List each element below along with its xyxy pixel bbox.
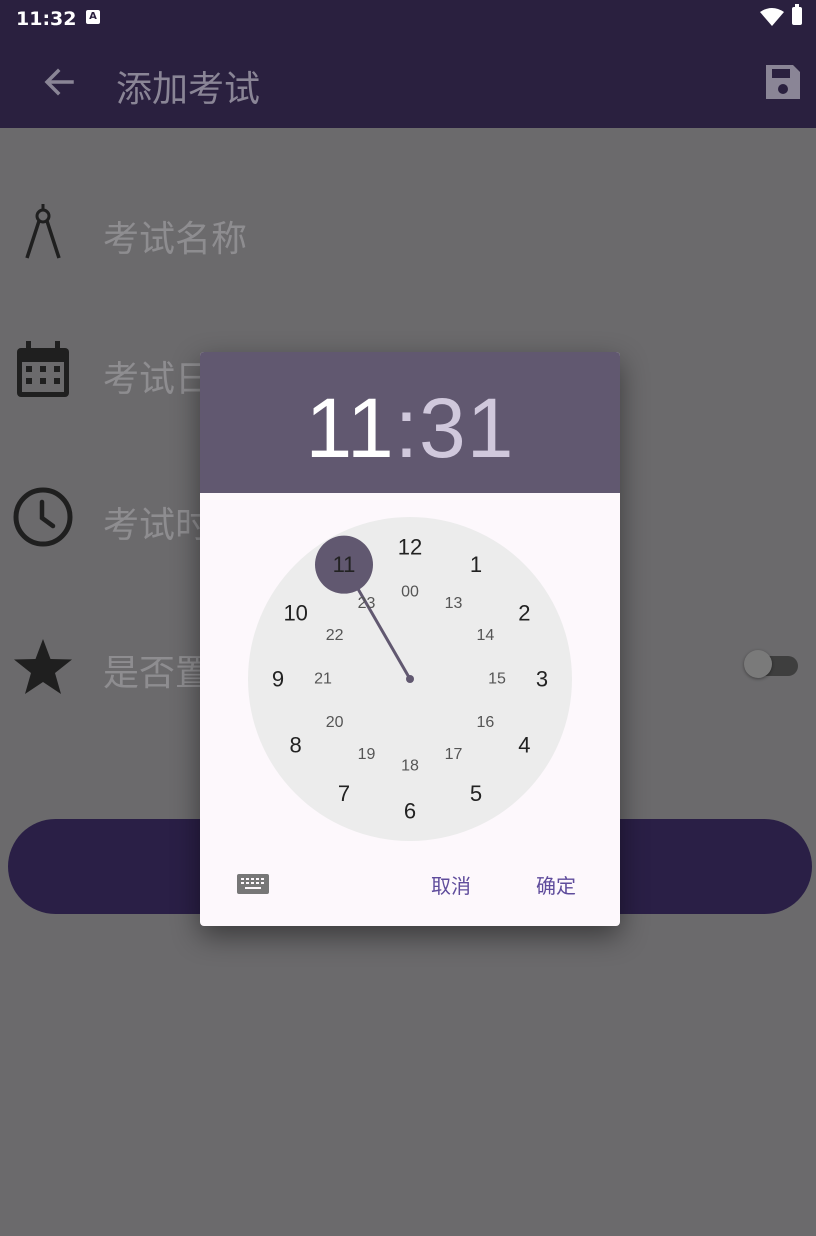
- keyboard-icon[interactable]: [236, 872, 270, 896]
- hour-option-inner-22[interactable]: 22: [326, 627, 344, 644]
- hour-option-inner-21[interactable]: 21: [314, 671, 332, 688]
- clock-icon: [13, 487, 73, 547]
- hour-display[interactable]: 11: [306, 381, 395, 475]
- hour-option-3[interactable]: 3: [536, 667, 548, 692]
- hour-option-11[interactable]: 11: [333, 552, 356, 577]
- calendar-icon: [17, 341, 69, 397]
- wifi-icon: [760, 8, 784, 26]
- ok-button[interactable]: 确定: [536, 870, 576, 899]
- hour-option-12[interactable]: 12: [398, 535, 422, 560]
- exam-date-field[interactable]: 考试日: [103, 350, 211, 402]
- hour-option-5[interactable]: 5: [470, 781, 482, 806]
- hour-option-inner-19[interactable]: 19: [358, 746, 376, 763]
- clock-dial[interactable]: 121234567891011001314151617181920212223: [247, 516, 573, 842]
- exam-time-field[interactable]: 考试时: [103, 496, 211, 548]
- battery-icon: [792, 4, 802, 25]
- time-picker-header: 11:31: [200, 352, 620, 493]
- hour-option-inner-00[interactable]: 00: [401, 584, 419, 601]
- hour-option-6[interactable]: 6: [404, 799, 416, 824]
- minute-display[interactable]: 31: [419, 381, 514, 475]
- toggle-thumb: [744, 650, 772, 678]
- hour-option-inner-14[interactable]: 14: [476, 627, 494, 644]
- hour-option-inner-18[interactable]: 18: [401, 758, 419, 775]
- time-separator: :: [394, 381, 420, 475]
- status-bar: 11:32 A: [0, 0, 816, 36]
- hour-option-2[interactable]: 2: [518, 601, 530, 626]
- hour-option-inner-13[interactable]: 13: [445, 595, 463, 612]
- app-bar: 添加考试: [0, 36, 816, 128]
- hour-option-inner-17[interactable]: 17: [445, 746, 463, 763]
- hour-option-inner-20[interactable]: 20: [326, 714, 344, 731]
- compass-icon: [25, 204, 61, 259]
- back-arrow-icon[interactable]: [36, 58, 84, 106]
- exam-name-field[interactable]: 考试名称: [103, 210, 247, 262]
- hour-option-1[interactable]: 1: [470, 552, 482, 577]
- save-icon[interactable]: [763, 62, 803, 102]
- pin-toggle-switch[interactable]: [744, 650, 798, 678]
- star-icon: [14, 639, 72, 694]
- hour-option-10[interactable]: 10: [283, 601, 307, 626]
- clock-center-dot: [406, 675, 414, 683]
- hour-option-inner-15[interactable]: 15: [488, 671, 506, 688]
- page-title: 添加考试: [116, 69, 261, 110]
- pin-field-label: 是否置: [103, 653, 212, 694]
- hour-option-8[interactable]: 8: [290, 733, 302, 758]
- notification-icon: A: [86, 10, 100, 24]
- hour-option-4[interactable]: 4: [518, 733, 530, 758]
- status-time: 11:32: [16, 8, 77, 30]
- hour-option-9[interactable]: 9: [272, 667, 284, 692]
- time-display: 11:31: [200, 380, 620, 477]
- hour-option-7[interactable]: 7: [338, 781, 350, 806]
- cancel-button[interactable]: 取消: [431, 870, 471, 899]
- time-picker-dialog: 11:31 12 1 2 3 4 5 6 7 8 9 10 11 00 13 14 15 16 17 18 19 20 2…: [200, 352, 620, 926]
- hour-option-inner-23[interactable]: 23: [358, 595, 376, 612]
- hour-option-inner-16[interactable]: 16: [476, 714, 494, 731]
